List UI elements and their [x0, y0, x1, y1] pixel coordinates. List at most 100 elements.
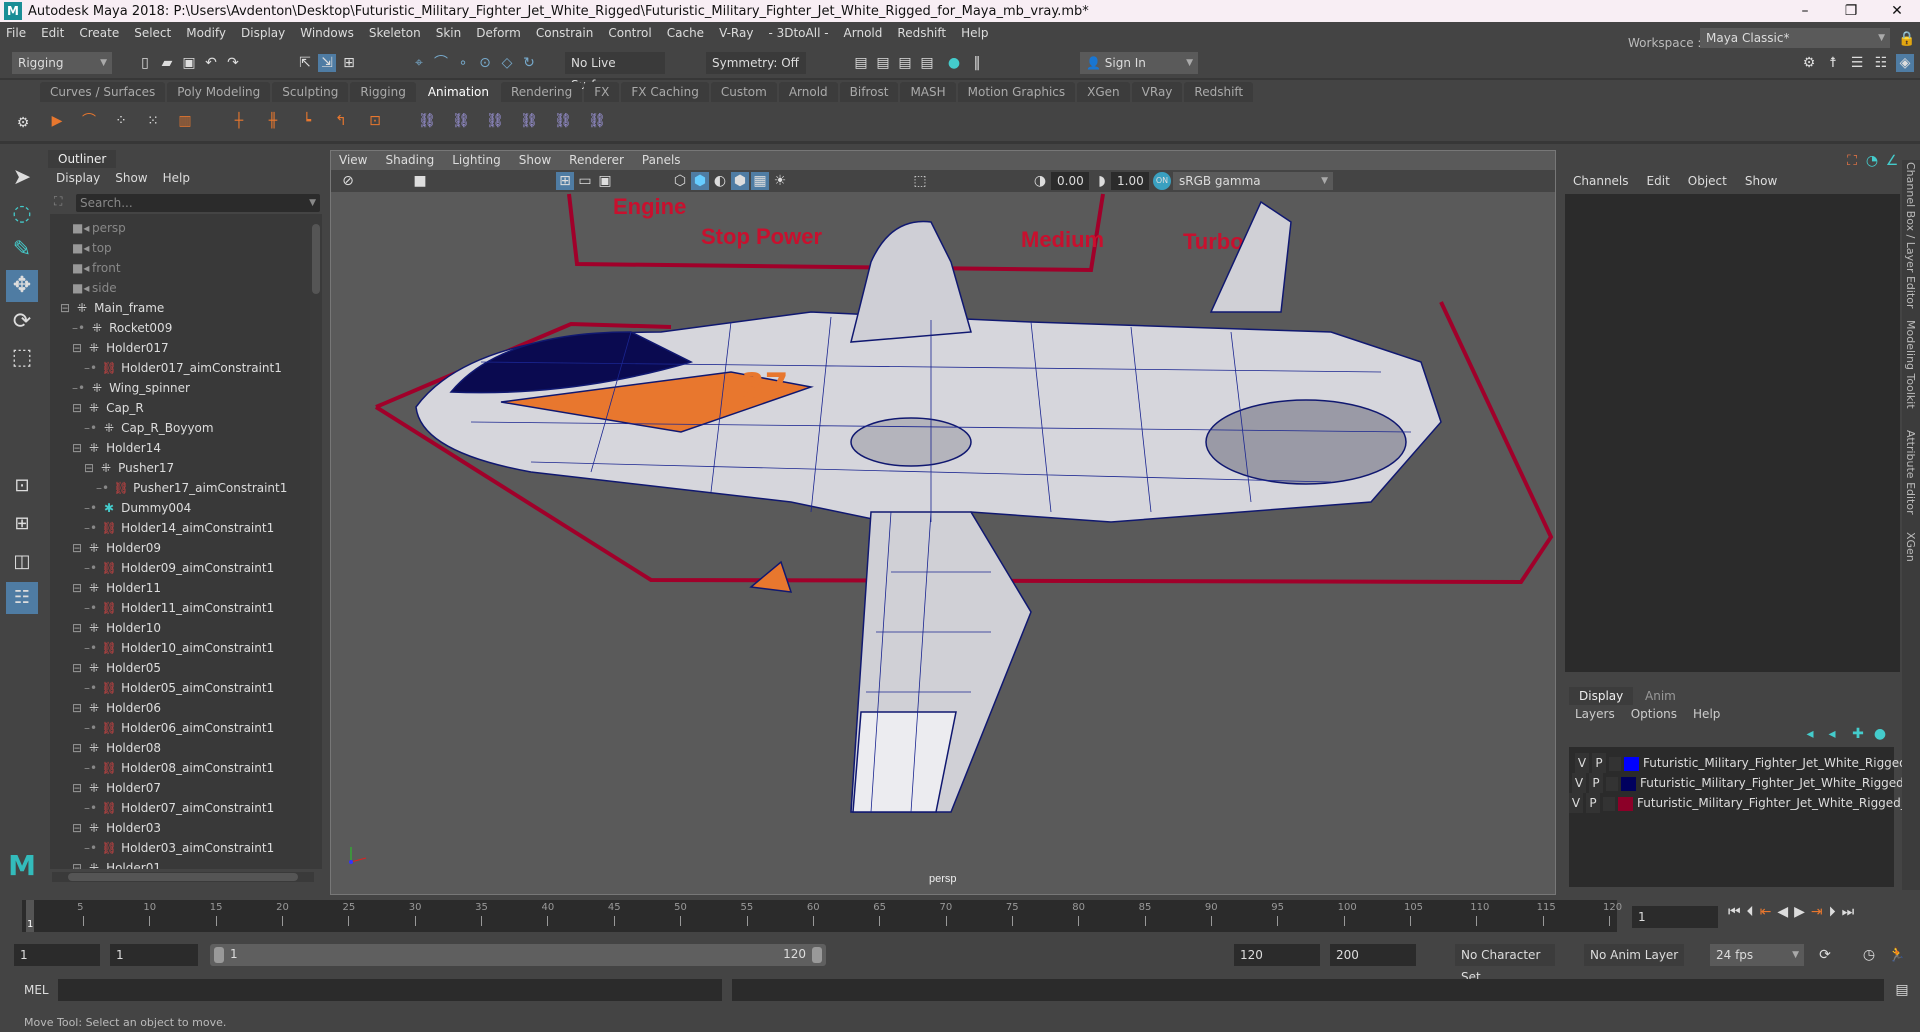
menu-redshift[interactable]: Redshift — [897, 26, 946, 40]
exposure-field[interactable]: 0.00 — [1051, 172, 1089, 190]
ipr-render-icon[interactable]: ▤ — [896, 54, 914, 72]
outliner-item[interactable]: –• ⛓ Holder14_aimConstraint1 — [84, 518, 274, 538]
snap-view-icon[interactable]: ⊙ — [476, 54, 494, 72]
playback-end-field[interactable]: 120 — [1234, 944, 1320, 966]
collapse-toggle-icon[interactable]: ⊟ — [84, 461, 94, 475]
new-layer-icon[interactable]: ✚ — [1849, 725, 1867, 743]
layer-playback-toggle[interactable]: P — [1589, 773, 1603, 793]
joint-icon[interactable]: ┕ — [298, 112, 316, 130]
snap-point-icon[interactable]: ∘ — [454, 54, 472, 72]
viewport-menu-lighting[interactable]: Lighting — [452, 153, 501, 167]
layer-visibility-toggle[interactable]: V — [1572, 773, 1586, 793]
menu-set-dropdown[interactable]: Rigging — [12, 52, 112, 74]
mel-label[interactable]: MEL — [24, 983, 49, 997]
color-management-icon[interactable]: ON — [1153, 172, 1171, 190]
outliner-item[interactable]: –• ⁜ Rocket009 — [72, 318, 172, 338]
outliner-item[interactable]: –• ⁜ Wing_spinner — [72, 378, 190, 398]
camera-icon[interactable]: ■ — [411, 172, 429, 190]
range-start-handle[interactable] — [214, 947, 224, 963]
wireframe-icon[interactable]: ⬡ — [671, 172, 689, 190]
collapse-toggle-icon[interactable]: ⊟ — [72, 741, 82, 755]
parent-constraint-icon[interactable]: ⛓ — [418, 112, 436, 130]
layer-color-swatch[interactable] — [1624, 756, 1639, 771]
auto-key-icon[interactable]: ◷ — [1860, 946, 1878, 964]
collapse-toggle-icon[interactable]: ⊟ — [72, 581, 82, 595]
outliner-item[interactable]: –• ⛓ Holder06_aimConstraint1 — [84, 718, 274, 738]
ik-spline-icon[interactable]: ╫ — [264, 112, 282, 130]
loop-icon[interactable]: ⟳ — [1816, 946, 1834, 964]
step-forward-key-icon[interactable]: ⇥ — [1811, 904, 1823, 920]
shelf-tab-redshift[interactable]: Redshift — [1184, 82, 1254, 102]
outliner-item[interactable]: ⊟ ⁜ Holder14 — [72, 438, 161, 458]
play-forwards-icon[interactable]: ▶ — [1794, 904, 1805, 920]
channel-speed-icon[interactable]: ∠ — [1883, 152, 1901, 170]
layer-type-toggle[interactable] — [1609, 756, 1621, 771]
outliner-item[interactable]: –• ⛓ Holder11_aimConstraint1 — [84, 598, 274, 618]
four-view-layout-icon[interactable]: ⊞ — [6, 508, 38, 540]
undo-icon[interactable]: ↶ — [202, 54, 220, 72]
sign-in-button[interactable]: 👤 Sign In — [1080, 52, 1198, 74]
layer-menu-layers[interactable]: Layers — [1575, 707, 1615, 721]
snap-surface-icon[interactable]: ◇ — [498, 54, 516, 72]
tool-settings-icon[interactable]: ☷ — [1872, 54, 1890, 72]
menu-file[interactable]: File — [6, 26, 26, 40]
channel-menu-object[interactable]: Object — [1688, 174, 1727, 188]
outliner-item[interactable]: ⊟ ⁜ Holder07 — [72, 778, 161, 798]
scale-constraint-icon[interactable]: ⛓ — [520, 112, 538, 130]
layer-type-toggle[interactable] — [1606, 776, 1618, 791]
pause-icon[interactable]: ‖ — [968, 54, 986, 72]
outliner-item[interactable]: ■◂ top — [72, 238, 112, 258]
scene-view[interactable]: Engine Stop Power Medium Turbo 37 persp — [331, 192, 1555, 892]
go-to-end-icon[interactable]: ⏭ — [1842, 904, 1855, 920]
outliner-menu-help[interactable]: Help — [163, 171, 190, 185]
outliner-item[interactable]: ⊟ ⁜ Holder08 — [72, 738, 161, 758]
resolution-gate-icon[interactable]: ▣ — [596, 172, 614, 190]
motion-trail-icon[interactable]: ⌒ — [80, 112, 98, 130]
fighter-jet-model[interactable]: 37 — [415, 200, 1442, 813]
outliner-item[interactable]: ⊟ ⁜ Holder017 — [72, 338, 169, 358]
collapse-toggle-icon[interactable]: ⊟ — [72, 341, 82, 355]
menu-windows[interactable]: Windows — [300, 26, 354, 40]
shelf-tab-custom[interactable]: Custom — [710, 82, 777, 102]
outliner-item[interactable]: ⊟ ⁜ Main_frame — [60, 298, 164, 318]
search-dropdown-icon[interactable]: ▼ — [309, 194, 316, 212]
modeling-toolkit-icon[interactable]: ⚙ — [1800, 54, 1818, 72]
textured-icon[interactable]: ▦ — [751, 172, 769, 190]
layer-row[interactable]: V P Futuristic_Military_Fighter_Jet_White_… — [1569, 793, 1920, 813]
step-back-frame-icon[interactable]: ⏴ — [1747, 904, 1754, 920]
paint-select-tool-icon[interactable]: ✎ — [6, 234, 38, 266]
step-forward-frame-icon[interactable]: ⏵ — [1829, 904, 1836, 920]
shelf-tab-rigging[interactable]: Rigging — [350, 82, 416, 102]
animation-preferences-icon[interactable]: 🏃 — [1888, 946, 1906, 964]
orient-joint-icon[interactable]: ↰ — [332, 112, 350, 130]
go-to-start-icon[interactable]: ⏮ — [1728, 904, 1741, 920]
scale-tool-icon[interactable]: ⬚ — [6, 342, 38, 374]
menu-help[interactable]: Help — [961, 26, 988, 40]
layer-row[interactable]: V P Futuristic_Military_Fighter_Jet_White_… — [1575, 753, 1920, 773]
two-pane-layout-icon[interactable]: ◫ — [6, 546, 38, 578]
collapse-toggle-icon[interactable]: ⊟ — [72, 781, 82, 795]
snap-curve-icon[interactable]: ⌒ — [432, 54, 450, 72]
outliner-item[interactable]: –• ⛓ Holder08_aimConstraint1 — [84, 758, 274, 778]
menu-edit[interactable]: Edit — [41, 26, 64, 40]
save-scene-icon[interactable]: ▣ — [180, 54, 198, 72]
menu-skeleton[interactable]: Skeleton — [369, 26, 421, 40]
grid-icon[interactable]: ⊞ — [556, 172, 574, 190]
outliner-item[interactable]: ⊟ ⁜ Holder06 — [72, 698, 161, 718]
render-settings-icon[interactable]: ▤ — [918, 54, 936, 72]
workspace-dropdown[interactable]: Maya Classic* — [1700, 28, 1890, 48]
collapse-toggle-icon[interactable]: ⊟ — [72, 661, 82, 675]
new-layer-selected-icon[interactable]: ● — [1871, 725, 1889, 743]
outliner-search-input[interactable]: Search... ▼ — [76, 194, 320, 212]
filter-icon[interactable]: ⛶ — [54, 194, 62, 209]
current-time-field[interactable]: 1 — [1632, 906, 1718, 928]
gamma-field[interactable]: 1.00 — [1111, 172, 1149, 190]
menu-deform[interactable]: Deform — [476, 26, 521, 40]
outliner-item[interactable]: –• ⁜ Cap_R_Boyyom — [84, 418, 214, 438]
symmetry-dropdown[interactable]: Symmetry: Off — [706, 52, 806, 74]
shelf-tab-sculpting[interactable]: Sculpting — [272, 82, 349, 102]
viewport-menu-show[interactable]: Show — [519, 153, 551, 167]
unghost-icon[interactable]: ⁙ — [144, 112, 162, 130]
shelf-tab-animation[interactable]: Animation — [417, 82, 499, 102]
shelf-tab-fx-caching[interactable]: FX Caching — [621, 82, 709, 102]
